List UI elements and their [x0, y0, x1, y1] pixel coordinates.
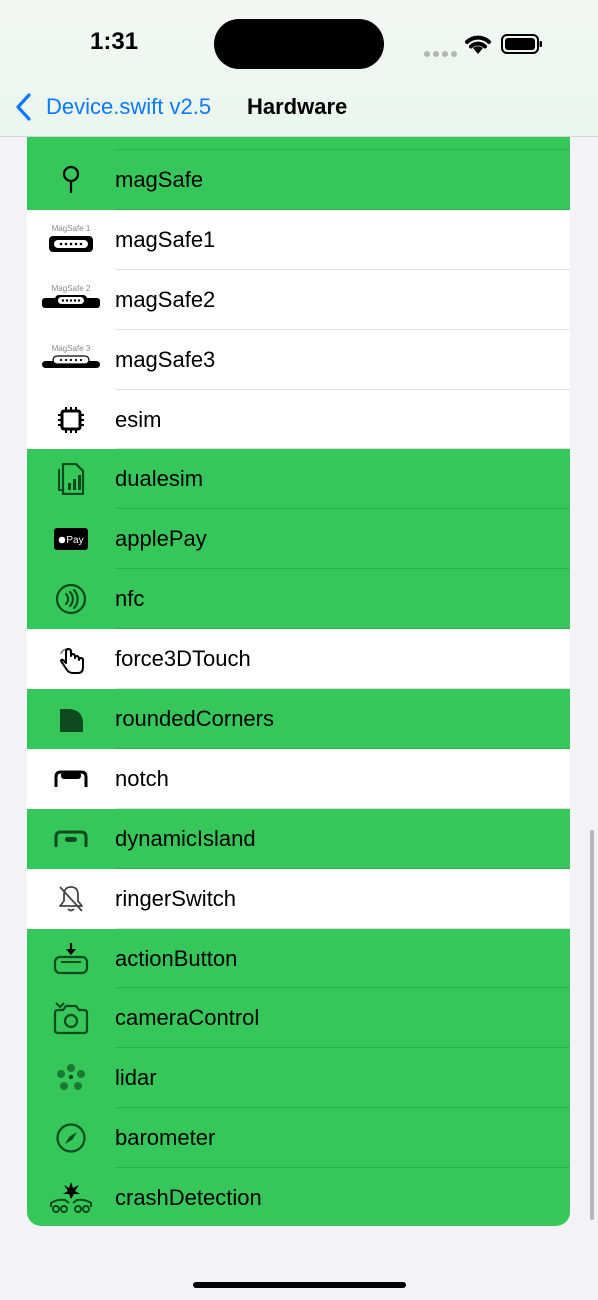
car-crash-icon: [50, 1182, 92, 1214]
list-item-label: ringerSwitch: [115, 885, 237, 911]
list-item-crashdetection[interactable]: crashDetection: [27, 1168, 570, 1226]
back-button[interactable]: Device.swift v2.5: [14, 92, 211, 122]
rounded-corner-icon: [60, 708, 83, 732]
navigation-bar: Device.swift v2.5 Hardware: [0, 80, 598, 137]
pin-icon: [62, 165, 80, 193]
apple-pay-icon: Pay: [54, 528, 88, 551]
list-item-cameracontrol[interactable]: cameraControl: [27, 988, 570, 1049]
bell-slash-icon: [59, 885, 83, 912]
status-bar: 1:31: [0, 0, 598, 90]
list-item-magsafe3[interactable]: MagSafe 3 magSafe3: [27, 329, 570, 390]
list-item-label: crashDetection: [115, 1185, 262, 1211]
list-item-force3dtouch[interactable]: force3DTouch: [27, 629, 570, 690]
chevron-left-icon: [16, 93, 31, 121]
chip-icon: [58, 406, 84, 433]
magsafe3-icon-text: MagSafe 3: [52, 344, 91, 353]
magsafe3-connector-icon: MagSafe 3: [42, 344, 100, 368]
list-item-barometer[interactable]: barometer: [27, 1108, 570, 1169]
back-button-label: Device.swift v2.5: [46, 94, 212, 119]
list-item-applepay[interactable]: Pay applePay: [27, 509, 570, 570]
notch-icon: [54, 770, 88, 787]
list-item-label: barometer: [115, 1125, 216, 1151]
list-item-label: magSafe3: [115, 346, 216, 372]
list-item-label: magSafe2: [115, 286, 216, 312]
cellular-signal-icon: [424, 44, 460, 62]
list-item-label: lidar: [115, 1065, 157, 1091]
list-item-notch[interactable]: notch: [27, 748, 570, 809]
lidar-dots-icon: [57, 1064, 85, 1091]
list-item-nfc[interactable]: nfc: [27, 569, 570, 630]
dynamic-island: [214, 19, 384, 69]
magsafe1-icon-text: MagSafe 1: [52, 224, 91, 233]
hand-tap-icon: [60, 648, 84, 675]
magsafe1-connector-icon: MagSafe 1: [49, 224, 93, 252]
home-indicator[interactable]: [193, 1282, 406, 1288]
list-item-label: roundedCorners: [115, 705, 274, 731]
list-item-dualesim[interactable]: dualesim: [27, 449, 570, 510]
list-item-ringerswitch[interactable]: ringerSwitch: [27, 868, 570, 929]
magsafe2-icon-text: MagSafe 2: [52, 284, 91, 293]
list-item-label: magSafe: [115, 166, 204, 192]
sim-card-icon: [58, 463, 85, 496]
list-item-dynamicisland[interactable]: dynamicIsland: [27, 808, 570, 869]
list-item-label: force3DTouch: [115, 646, 251, 672]
scroll-indicator[interactable]: [590, 830, 594, 1220]
list-item-label: notch: [115, 765, 169, 791]
action-button-icon: [53, 942, 89, 974]
list-item-label: dynamicIsland: [115, 825, 256, 851]
gauge-icon: [56, 1123, 86, 1153]
wifi-icon: [465, 35, 491, 54]
hardware-list: magSafe MagSafe 1 magSafe1 MagSafe 2 mag…: [27, 137, 570, 1226]
list-item-label: nfc: [115, 586, 145, 612]
list-item-label: actionButton: [115, 945, 238, 971]
list-item-roundedcorners[interactable]: roundedCorners: [27, 689, 570, 749]
list-item-magsafe[interactable]: magSafe: [27, 150, 570, 210]
battery-icon: [501, 34, 542, 54]
list-item-esim[interactable]: esim: [27, 389, 570, 450]
dynamic-island-icon: [54, 830, 88, 847]
list-item-magsafe1[interactable]: MagSafe 1 magSafe1: [27, 209, 570, 270]
list-item-label: applePay: [115, 526, 207, 552]
page-title: Hardware: [247, 94, 348, 119]
camera-icon: [53, 1002, 89, 1035]
contactless-icon: [55, 584, 87, 615]
list-item-actionbutton[interactable]: actionButton: [27, 928, 570, 989]
list-item-lidar[interactable]: lidar: [27, 1048, 570, 1109]
apple-pay-icon-text: Pay: [66, 535, 83, 546]
list-top-partial-row: [27, 137, 570, 150]
list-item-label: esim: [115, 406, 162, 432]
list-item-magsafe2[interactable]: MagSafe 2 magSafe2: [27, 269, 570, 330]
status-time: 1:31: [90, 28, 139, 55]
list-item-label: cameraControl: [115, 1005, 260, 1031]
magsafe2-connector-icon: MagSafe 2: [42, 284, 100, 308]
list-item-label: magSafe1: [115, 226, 216, 252]
list-item-label: dualesim: [115, 466, 204, 492]
